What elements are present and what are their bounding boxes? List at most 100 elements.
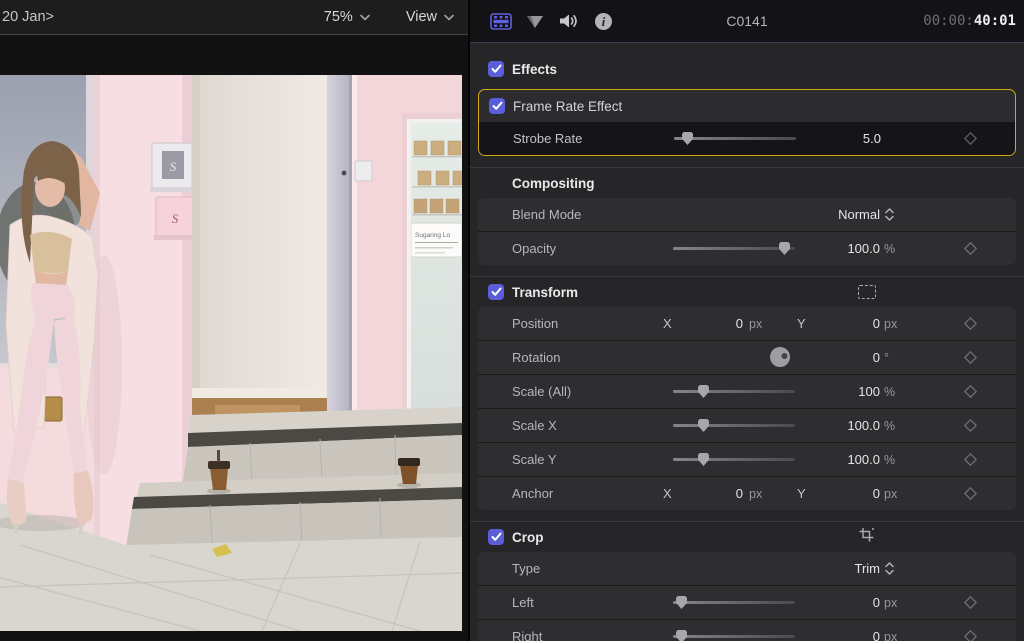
blend-mode-value[interactable]: Normal bbox=[828, 207, 880, 222]
crop-section-title: Crop bbox=[512, 530, 544, 545]
keyframe-diamond-icon[interactable] bbox=[963, 629, 978, 641]
position-y-value[interactable]: 0 bbox=[828, 316, 880, 331]
crop-right-value[interactable]: 0 bbox=[828, 629, 880, 641]
rotation-row: Rotation 0 ° bbox=[478, 340, 1016, 374]
blend-mode-row: Blend Mode Normal bbox=[478, 198, 1016, 231]
svg-text:S: S bbox=[172, 211, 179, 226]
scale-all-unit: % bbox=[884, 385, 924, 399]
crop-left-value[interactable]: 0 bbox=[828, 595, 880, 610]
card-dispenser-white: S bbox=[150, 143, 194, 192]
slider-thumb[interactable] bbox=[779, 242, 790, 255]
keyframe-diamond-icon[interactable] bbox=[963, 350, 978, 365]
slider-thumb[interactable] bbox=[698, 419, 709, 432]
slider-thumb[interactable] bbox=[676, 630, 687, 641]
position-x-value[interactable]: 0 bbox=[688, 316, 743, 331]
anchor-row: Anchor X 0 px Y 0 px bbox=[478, 476, 1016, 510]
transform-osc-icon[interactable] bbox=[858, 285, 876, 299]
crop-right-row: Right 0 px bbox=[478, 619, 1016, 641]
info-inspector-tab-icon[interactable]: i bbox=[594, 12, 613, 31]
popup-chevrons-icon[interactable] bbox=[884, 207, 895, 222]
keyframe-diamond-icon[interactable] bbox=[963, 452, 978, 467]
opacity-slider[interactable] bbox=[673, 242, 795, 255]
chevron-down-icon bbox=[360, 14, 370, 21]
keyframe-diamond-icon[interactable] bbox=[963, 131, 978, 146]
slider-thumb[interactable] bbox=[698, 453, 709, 466]
keyframe-diamond-icon[interactable] bbox=[963, 241, 978, 256]
position-label: Position bbox=[512, 316, 628, 331]
position-y-unit: px bbox=[884, 317, 924, 331]
scale-all-value[interactable]: 100 bbox=[828, 384, 880, 399]
crop-type-label: Type bbox=[512, 561, 628, 576]
crop-left-slider[interactable] bbox=[673, 596, 795, 609]
crop-section-header: Crop bbox=[470, 522, 1024, 552]
fcp-window: 20 Jan> 75% View bbox=[0, 0, 1024, 641]
frame-rate-effect-selected[interactable]: Frame Rate Effect Strobe Rate 5.0 bbox=[478, 89, 1016, 156]
strobe-rate-label: Strobe Rate bbox=[513, 131, 629, 146]
opacity-row: Opacity 100.0 % bbox=[478, 231, 1016, 265]
viewer-stage: S S bbox=[0, 35, 468, 641]
scale-x-unit: % bbox=[884, 419, 924, 433]
keyframe-diamond-icon[interactable] bbox=[963, 418, 978, 433]
transform-section-header: Transform bbox=[470, 277, 1024, 307]
anchor-label: Anchor bbox=[512, 486, 628, 501]
keyframe-diamond-icon[interactable] bbox=[963, 486, 978, 501]
timecode-display[interactable]: 00:00:40:01 bbox=[923, 13, 1016, 29]
slider-thumb[interactable] bbox=[676, 596, 687, 609]
rotation-value[interactable]: 0 bbox=[828, 350, 880, 365]
opacity-label: Opacity bbox=[512, 241, 628, 256]
scale-all-row: Scale (All) 100 % bbox=[478, 374, 1016, 408]
popup-chevrons-icon[interactable] bbox=[884, 561, 895, 576]
anchor-x-value[interactable]: 0 bbox=[688, 486, 743, 501]
crop-checkbox[interactable] bbox=[488, 529, 504, 545]
keyframe-diamond-icon[interactable] bbox=[963, 384, 978, 399]
video-inspector-tab-icon[interactable] bbox=[490, 13, 512, 30]
rotation-dial[interactable] bbox=[769, 346, 791, 368]
scale-x-label: Scale X bbox=[512, 418, 628, 433]
view-menu[interactable]: View bbox=[406, 9, 454, 25]
svg-text:i: i bbox=[602, 15, 606, 29]
inspector-pane: i C0141 00:00:40:01 Effects Frame Rate E… bbox=[468, 0, 1024, 641]
position-x-unit: px bbox=[749, 317, 762, 331]
effects-section-title: Effects bbox=[512, 62, 557, 77]
crop-type-value[interactable]: Trim bbox=[828, 561, 880, 576]
scale-all-label: Scale (All) bbox=[512, 384, 628, 399]
slider-thumb[interactable] bbox=[682, 132, 693, 145]
position-row: Position X 0 px Y 0 px bbox=[478, 307, 1016, 340]
scale-y-value[interactable]: 100.0 bbox=[828, 452, 880, 467]
timecode-bright: 40:01 bbox=[974, 13, 1016, 29]
color-inspector-tab-icon[interactable] bbox=[525, 12, 545, 30]
x-field-label: X bbox=[663, 316, 672, 331]
keyframe-diamond-icon[interactable] bbox=[963, 316, 978, 331]
opacity-value[interactable]: 100.0 bbox=[828, 241, 880, 256]
strobe-rate-row: Strobe Rate 5.0 bbox=[479, 122, 1015, 155]
x-field-label: X bbox=[663, 486, 672, 501]
compositing-section-header: Compositing bbox=[470, 168, 1024, 198]
zoom-level-menu[interactable]: 75% bbox=[324, 9, 370, 25]
rotation-unit: ° bbox=[884, 351, 924, 365]
crop-right-unit: px bbox=[884, 630, 924, 641]
frame-rate-effect-row[interactable]: Frame Rate Effect bbox=[479, 90, 1015, 122]
anchor-y-value[interactable]: 0 bbox=[828, 486, 880, 501]
project-breadcrumb[interactable]: 20 Jan> bbox=[2, 9, 54, 25]
timecode-dim: 00:00: bbox=[923, 13, 974, 29]
crop-osc-icon[interactable] bbox=[858, 527, 875, 548]
crop-type-row: Type Trim bbox=[478, 552, 1016, 585]
transform-checkbox[interactable] bbox=[488, 284, 504, 300]
scale-y-slider[interactable] bbox=[673, 453, 795, 466]
slider-thumb[interactable] bbox=[698, 385, 709, 398]
frame-rate-effect-checkbox[interactable] bbox=[489, 98, 505, 114]
strobe-rate-value[interactable]: 5.0 bbox=[829, 131, 881, 146]
scale-x-slider[interactable] bbox=[673, 419, 795, 432]
view-menu-label: View bbox=[406, 9, 437, 25]
scale-x-value[interactable]: 100.0 bbox=[828, 418, 880, 433]
blend-mode-label: Blend Mode bbox=[512, 207, 628, 222]
viewer-pane: 20 Jan> 75% View bbox=[0, 0, 468, 641]
audio-inspector-tab-icon[interactable] bbox=[558, 13, 581, 29]
scale-all-slider[interactable] bbox=[673, 385, 795, 398]
crop-right-slider[interactable] bbox=[673, 630, 795, 641]
keyframe-diamond-icon[interactable] bbox=[963, 595, 978, 610]
effects-checkbox[interactable] bbox=[488, 61, 504, 77]
scale-y-label: Scale Y bbox=[512, 452, 628, 467]
y-field-label: Y bbox=[797, 486, 806, 501]
strobe-rate-slider[interactable] bbox=[674, 132, 796, 145]
